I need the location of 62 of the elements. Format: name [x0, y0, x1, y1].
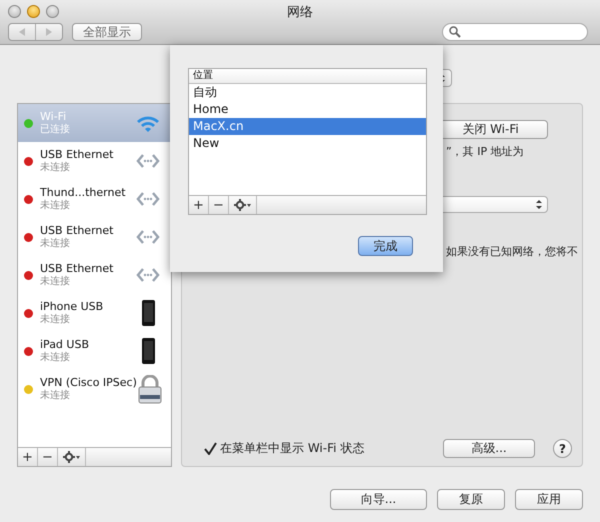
- service-item[interactable]: iPad USB 未连接: [18, 332, 171, 370]
- service-status: 未连接: [40, 313, 71, 326]
- note-text: 如果没有已知网络，您将不: [446, 244, 579, 259]
- service-name: USB Ethernet: [40, 148, 114, 161]
- service-name: USB Ethernet: [40, 224, 114, 237]
- service-item[interactable]: Thund...thernet 未连接: [18, 180, 171, 218]
- service-name: iPhone USB: [40, 300, 104, 313]
- gear-icon: [63, 450, 80, 464]
- help-button[interactable]: ?: [553, 439, 572, 458]
- service-item[interactable]: USB Ethernet 未连接: [18, 256, 171, 294]
- service-name: iPad USB: [40, 338, 90, 351]
- service-status: 未连接: [40, 237, 71, 250]
- forward-arrow-icon: [45, 27, 53, 37]
- ethernet-icon: [136, 228, 160, 246]
- lock-icon: [136, 374, 163, 404]
- ethernet-icon: [136, 190, 160, 208]
- service-item[interactable]: USB Ethernet 未连接: [18, 218, 171, 256]
- revert-button[interactable]: 复原: [437, 489, 505, 510]
- checkbox-label: 在菜单栏中显示 Wi-Fi 状态: [220, 440, 364, 457]
- remove-button[interactable]: −: [209, 196, 229, 214]
- add-button[interactable]: +: [189, 196, 209, 214]
- phone-icon: [140, 300, 156, 326]
- assist-me-button[interactable]: 向导...: [330, 489, 427, 510]
- service-status: 未连接: [40, 161, 71, 174]
- column-header: 位置: [189, 69, 426, 84]
- apply-button[interactable]: 应用: [515, 489, 583, 510]
- gear-icon: [234, 198, 251, 212]
- service-status: 未连接: [40, 275, 71, 288]
- add-button[interactable]: +: [18, 448, 38, 466]
- service-name: VPN (Cisco IPSec): [40, 376, 137, 389]
- service-status: 已连接: [40, 123, 71, 136]
- stepper-icon: [535, 199, 543, 210]
- service-name: Thund...thernet: [40, 186, 127, 199]
- zoom-button[interactable]: [46, 5, 59, 18]
- service-status: 未连接: [40, 199, 71, 212]
- remove-button[interactable]: −: [38, 448, 58, 466]
- service-item[interactable]: VPN (Cisco IPSec) 未连接: [18, 370, 171, 408]
- service-name: USB Ethernet: [40, 262, 114, 275]
- minimize-button[interactable]: [27, 5, 40, 18]
- ethernet-icon: [136, 152, 160, 170]
- service-name: Wi-Fi: [40, 110, 68, 123]
- close-button[interactable]: [8, 5, 21, 18]
- back-forward-button[interactable]: [8, 23, 63, 41]
- location-item[interactable]: MacX.cn: [189, 118, 426, 135]
- service-status: 未连接: [40, 389, 71, 402]
- ethernet-icon: [136, 266, 160, 284]
- location-item[interactable]: Home: [189, 101, 426, 118]
- show-all-button[interactable]: 全部显示: [72, 23, 142, 41]
- service-item[interactable]: iPhone USB 未连接: [18, 294, 171, 332]
- checkbox[interactable]: [204, 442, 217, 455]
- window-title: 网络: [287, 4, 313, 21]
- search-icon: [449, 26, 461, 38]
- back-arrow-icon: [18, 27, 26, 37]
- service-item[interactable]: USB Ethernet 未连接: [18, 142, 171, 180]
- phone-icon: [140, 338, 156, 364]
- done-button[interactable]: 完成: [358, 236, 413, 256]
- service-status: 未连接: [40, 351, 71, 364]
- status-text: ”，其 IP 地址为: [446, 144, 525, 159]
- search-field[interactable]: [442, 23, 588, 41]
- location-item[interactable]: New: [189, 135, 426, 152]
- location-item[interactable]: 自动: [189, 84, 426, 101]
- advanced-button[interactable]: 高级...: [443, 439, 535, 458]
